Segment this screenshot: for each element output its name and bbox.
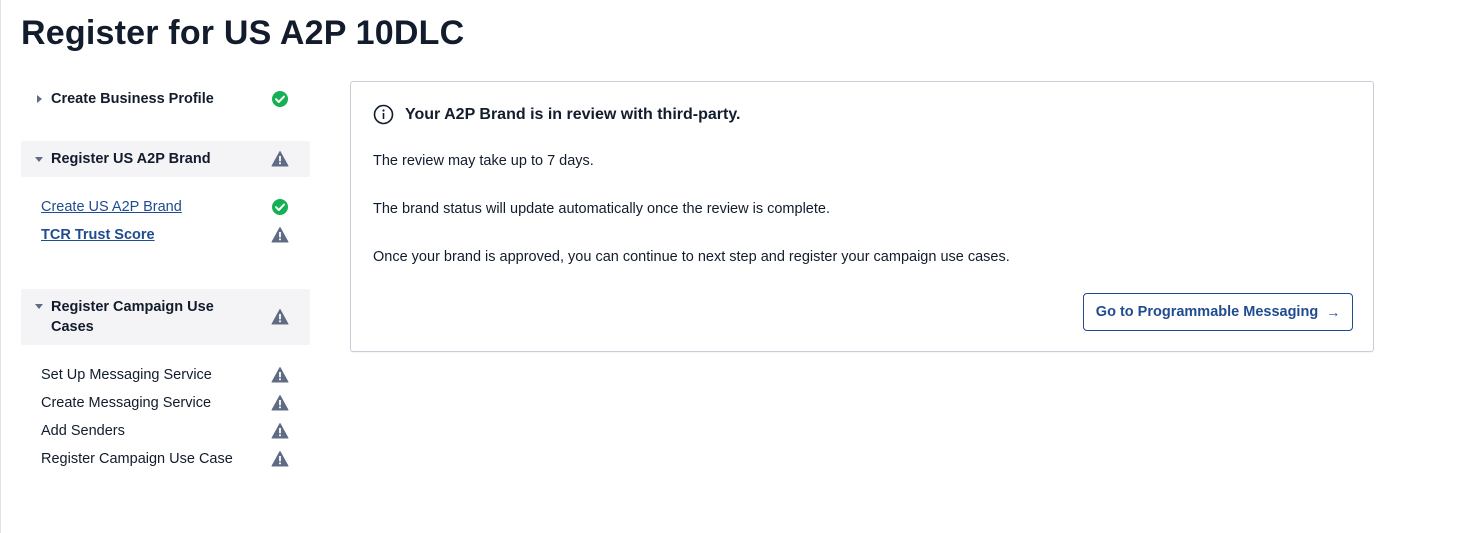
step-tcr-trust-score[interactable]: TCR Trust Score [41, 223, 310, 247]
warning-triangle-icon [271, 151, 289, 167]
info-icon [373, 104, 394, 125]
warning-triangle-icon [271, 367, 289, 383]
step-set-up-messaging-service: Set Up Messaging Service [41, 363, 310, 387]
warning-triangle-icon [271, 423, 289, 439]
brand-review-status-card: Your A2P Brand is in review with third-p… [350, 81, 1374, 352]
step-label: Add Senders [41, 423, 125, 439]
card-paragraph: The review may take up to 7 days. [373, 153, 594, 169]
section-create-business-profile[interactable]: Create Business Profile [21, 81, 310, 117]
warning-triangle-icon [271, 309, 289, 325]
check-circle-icon [272, 91, 288, 107]
button-label: Go to Programmable Messaging [1095, 304, 1319, 320]
caret-down-icon [35, 304, 43, 309]
caret-right-icon [37, 95, 42, 103]
step-label: Register Campaign Use Case [41, 451, 233, 467]
card-heading-text: Your A2P Brand is in review with third-p… [405, 105, 741, 123]
step-link[interactable]: TCR Trust Score [41, 227, 155, 243]
section-label: Register Campaign Use Cases [51, 299, 214, 335]
warning-triangle-icon [271, 395, 289, 411]
section-label: Register US A2P Brand [51, 151, 211, 167]
check-circle-icon [272, 199, 288, 215]
step-label: Set Up Messaging Service [41, 367, 212, 383]
warning-triangle-icon [271, 451, 289, 467]
card-paragraph: The brand status will update automatical… [373, 201, 830, 217]
step-create-messaging-service: Create Messaging Service [41, 391, 310, 415]
step-add-senders: Add Senders [41, 419, 310, 443]
step-link[interactable]: Create US A2P Brand [41, 199, 182, 215]
page-title: Register for US A2P 10DLC [21, 14, 465, 52]
section-register-us-a2p-brand[interactable]: Register US A2P Brand [21, 141, 310, 177]
card-heading: Your A2P Brand is in review with third-p… [373, 104, 740, 125]
step-register-campaign-use-case: Register Campaign Use Case [41, 447, 310, 471]
step-label: Create Messaging Service [41, 395, 212, 411]
card-paragraph: Once your brand is approved, you can con… [373, 249, 1010, 265]
section-label: Create Business Profile [51, 91, 214, 107]
caret-down-icon [35, 156, 43, 162]
warning-triangle-icon [271, 227, 289, 243]
step-create-us-a2p-brand[interactable]: Create US A2P Brand [41, 195, 310, 219]
section-register-campaign-use-cases[interactable]: Register Campaign Use Cases [21, 289, 310, 345]
arrow-right-icon: → [1326, 304, 1341, 320]
go-to-programmable-messaging-button[interactable]: Go to Programmable Messaging → [1083, 293, 1353, 331]
